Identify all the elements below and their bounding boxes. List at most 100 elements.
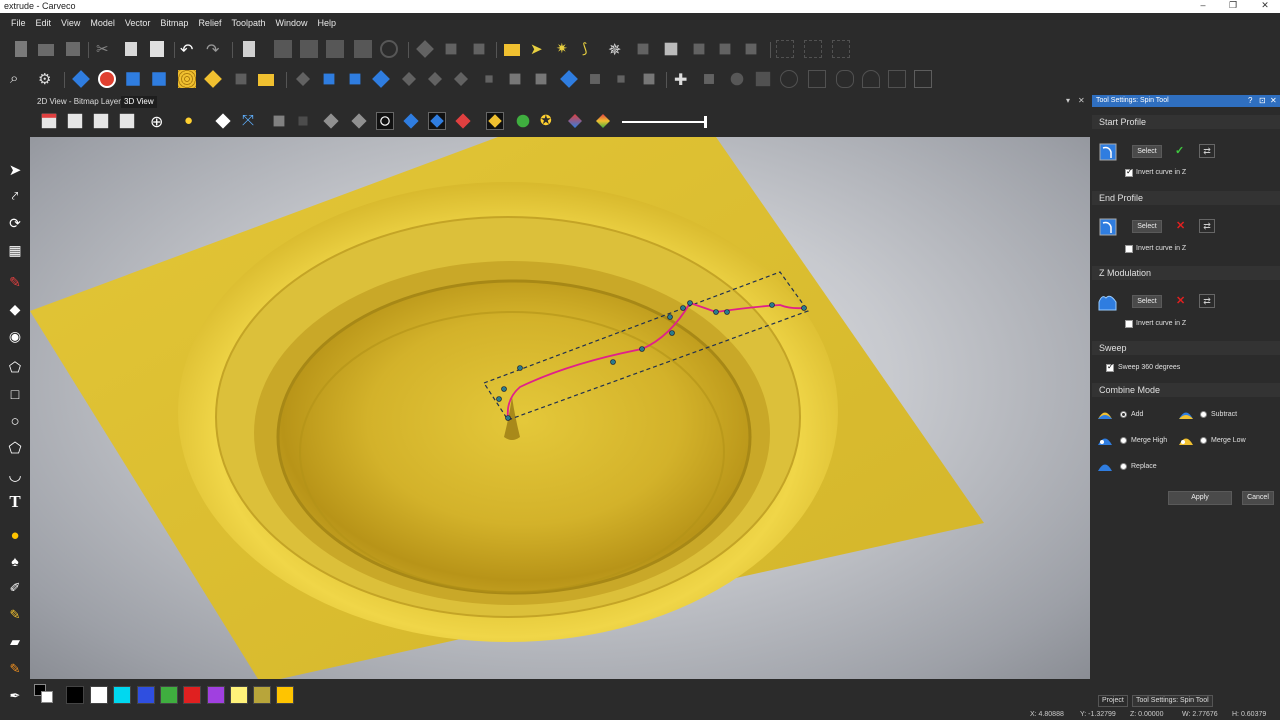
- offset-icon[interactable]: [294, 70, 312, 88]
- close-window-button[interactable]: ✕: [1250, 0, 1280, 12]
- plate-icon[interactable]: [742, 40, 760, 58]
- shading-slider-thumb[interactable]: [704, 116, 707, 128]
- rectangle-icon[interactable]: □: [5, 384, 25, 404]
- extrude-icon[interactable]: [124, 70, 142, 88]
- view-close-icon[interactable]: ✕: [1078, 96, 1085, 105]
- start-profile-select-button[interactable]: Select: [1132, 145, 1162, 158]
- circle-icon[interactable]: ○: [5, 411, 25, 431]
- menu-window[interactable]: Window: [270, 14, 312, 34]
- new-file-icon[interactable]: [12, 40, 30, 58]
- swatch-yellow[interactable]: [276, 686, 294, 704]
- node-edit-icon[interactable]: ⤤: [5, 186, 25, 206]
- fill-icon[interactable]: ◉: [5, 326, 25, 346]
- view-right-icon[interactable]: [118, 112, 136, 130]
- menu-view[interactable]: View: [56, 14, 85, 34]
- layers-icon[interactable]: [634, 40, 652, 58]
- relief-shape-icon[interactable]: [72, 70, 90, 88]
- add-icon[interactable]: ✚: [674, 70, 692, 89]
- menu-relief[interactable]: Relief: [193, 14, 226, 34]
- relief-visible-icon[interactable]: [428, 112, 446, 130]
- mesh-icon[interactable]: [754, 70, 772, 88]
- swatch-white[interactable]: [90, 686, 108, 704]
- merge-high-radio[interactable]: [1120, 437, 1127, 444]
- polyline-icon[interactable]: ⬠: [5, 357, 25, 377]
- light-icon[interactable]: ●: [184, 112, 202, 130]
- star-icon[interactable]: ✵: [608, 40, 626, 59]
- shapes-icon[interactable]: [514, 112, 532, 130]
- color-shade-icon[interactable]: [566, 112, 584, 130]
- layers2-icon[interactable]: [640, 70, 658, 88]
- swatch-green[interactable]: [160, 686, 178, 704]
- stack-icon[interactable]: [716, 40, 734, 58]
- trace-icon[interactable]: ⟆: [582, 40, 600, 58]
- group-icon[interactable]: [300, 40, 318, 58]
- swatch-black[interactable]: [66, 686, 84, 704]
- transform-tool-icon[interactable]: ⟳: [5, 213, 25, 233]
- menu-vector[interactable]: Vector: [120, 14, 156, 34]
- import-icon[interactable]: [504, 40, 522, 58]
- flip-icon[interactable]: [320, 70, 338, 88]
- eraser-icon[interactable]: ◆: [5, 299, 25, 319]
- add-mode-radio[interactable]: [1120, 411, 1127, 418]
- shade-icon[interactable]: [322, 112, 340, 130]
- polygon-icon[interactable]: ⬠: [5, 438, 25, 458]
- menu-model[interactable]: Model: [85, 14, 120, 34]
- snap-icon[interactable]: [804, 40, 822, 58]
- tab-tool-settings[interactable]: Tool Settings: Spin Tool: [1132, 695, 1213, 707]
- drop-icon[interactable]: ●: [5, 525, 25, 545]
- z-modulation-select-button[interactable]: Select: [1132, 295, 1162, 308]
- pencil-icon[interactable]: ✐: [5, 578, 25, 598]
- axes-icon[interactable]: ⤧: [242, 112, 260, 130]
- save-icon[interactable]: [64, 40, 82, 58]
- relief-color-icon[interactable]: [454, 112, 472, 130]
- align-icon[interactable]: [274, 40, 292, 58]
- shading-slider[interactable]: [622, 121, 706, 123]
- paint-icon[interactable]: ✎: [5, 605, 25, 625]
- select-arrow-icon[interactable]: ➤: [5, 160, 25, 180]
- transform-icon[interactable]: [442, 40, 460, 58]
- target-icon[interactable]: [914, 70, 932, 88]
- merge-low-radio[interactable]: [1200, 437, 1207, 444]
- relief-layer-icon[interactable]: [662, 40, 680, 58]
- copy-icon[interactable]: [122, 40, 140, 58]
- tab-project[interactable]: Project: [1098, 695, 1128, 707]
- undo-icon[interactable]: ↶: [180, 40, 198, 59]
- swatch-light-yellow[interactable]: [230, 686, 248, 704]
- redo-icon[interactable]: ↷: [206, 40, 224, 59]
- plane-icon[interactable]: [214, 112, 232, 130]
- text-icon[interactable]: T: [5, 492, 25, 512]
- box-icon[interactable]: [690, 40, 708, 58]
- z-modulation-swap-icon[interactable]: ⇄: [1199, 294, 1215, 308]
- point-icon[interactable]: [480, 70, 498, 88]
- view-iso-icon[interactable]: [66, 112, 84, 130]
- pen-icon[interactable]: ✎: [5, 272, 25, 292]
- reset-icon[interactable]: [346, 70, 364, 88]
- end-profile-swap-icon[interactable]: ⇄: [1199, 219, 1215, 233]
- texture-icon[interactable]: [178, 70, 196, 88]
- view-dropdown-icon[interactable]: ▾: [1066, 96, 1070, 105]
- paint-eraser-icon[interactable]: ▰: [5, 632, 25, 652]
- scale-relief-icon[interactable]: [372, 70, 390, 88]
- zoom-view-icon[interactable]: ⊕: [150, 112, 168, 131]
- replace-mode-radio[interactable]: [1120, 463, 1127, 470]
- shape-icon[interactable]: [416, 40, 434, 58]
- start-profile-swap-icon[interactable]: ⇄: [1199, 144, 1215, 158]
- slice-icon[interactable]: [506, 70, 524, 88]
- cut-icon[interactable]: ✂: [96, 40, 114, 58]
- ungroup-icon[interactable]: [326, 40, 344, 58]
- mirror-icon[interactable]: [470, 40, 488, 58]
- view-front-icon[interactable]: [92, 112, 110, 130]
- round-icon[interactable]: [836, 70, 854, 88]
- slab-icon[interactable]: [532, 70, 550, 88]
- pin-icon[interactable]: ⊡: [1259, 96, 1266, 105]
- node-icon[interactable]: [354, 40, 372, 58]
- grid-tool-icon[interactable]: ▦: [5, 240, 25, 260]
- end-profile-select-button[interactable]: Select: [1132, 220, 1162, 233]
- minimize-button[interactable]: –: [1188, 0, 1218, 12]
- menu-edit[interactable]: Edit: [31, 14, 57, 34]
- swatch-red[interactable]: [183, 686, 201, 704]
- view-iso-red-icon[interactable]: [40, 112, 58, 130]
- rect-icon[interactable]: [888, 70, 906, 88]
- fade-icon[interactable]: [426, 70, 444, 88]
- clip-icon[interactable]: [586, 70, 604, 88]
